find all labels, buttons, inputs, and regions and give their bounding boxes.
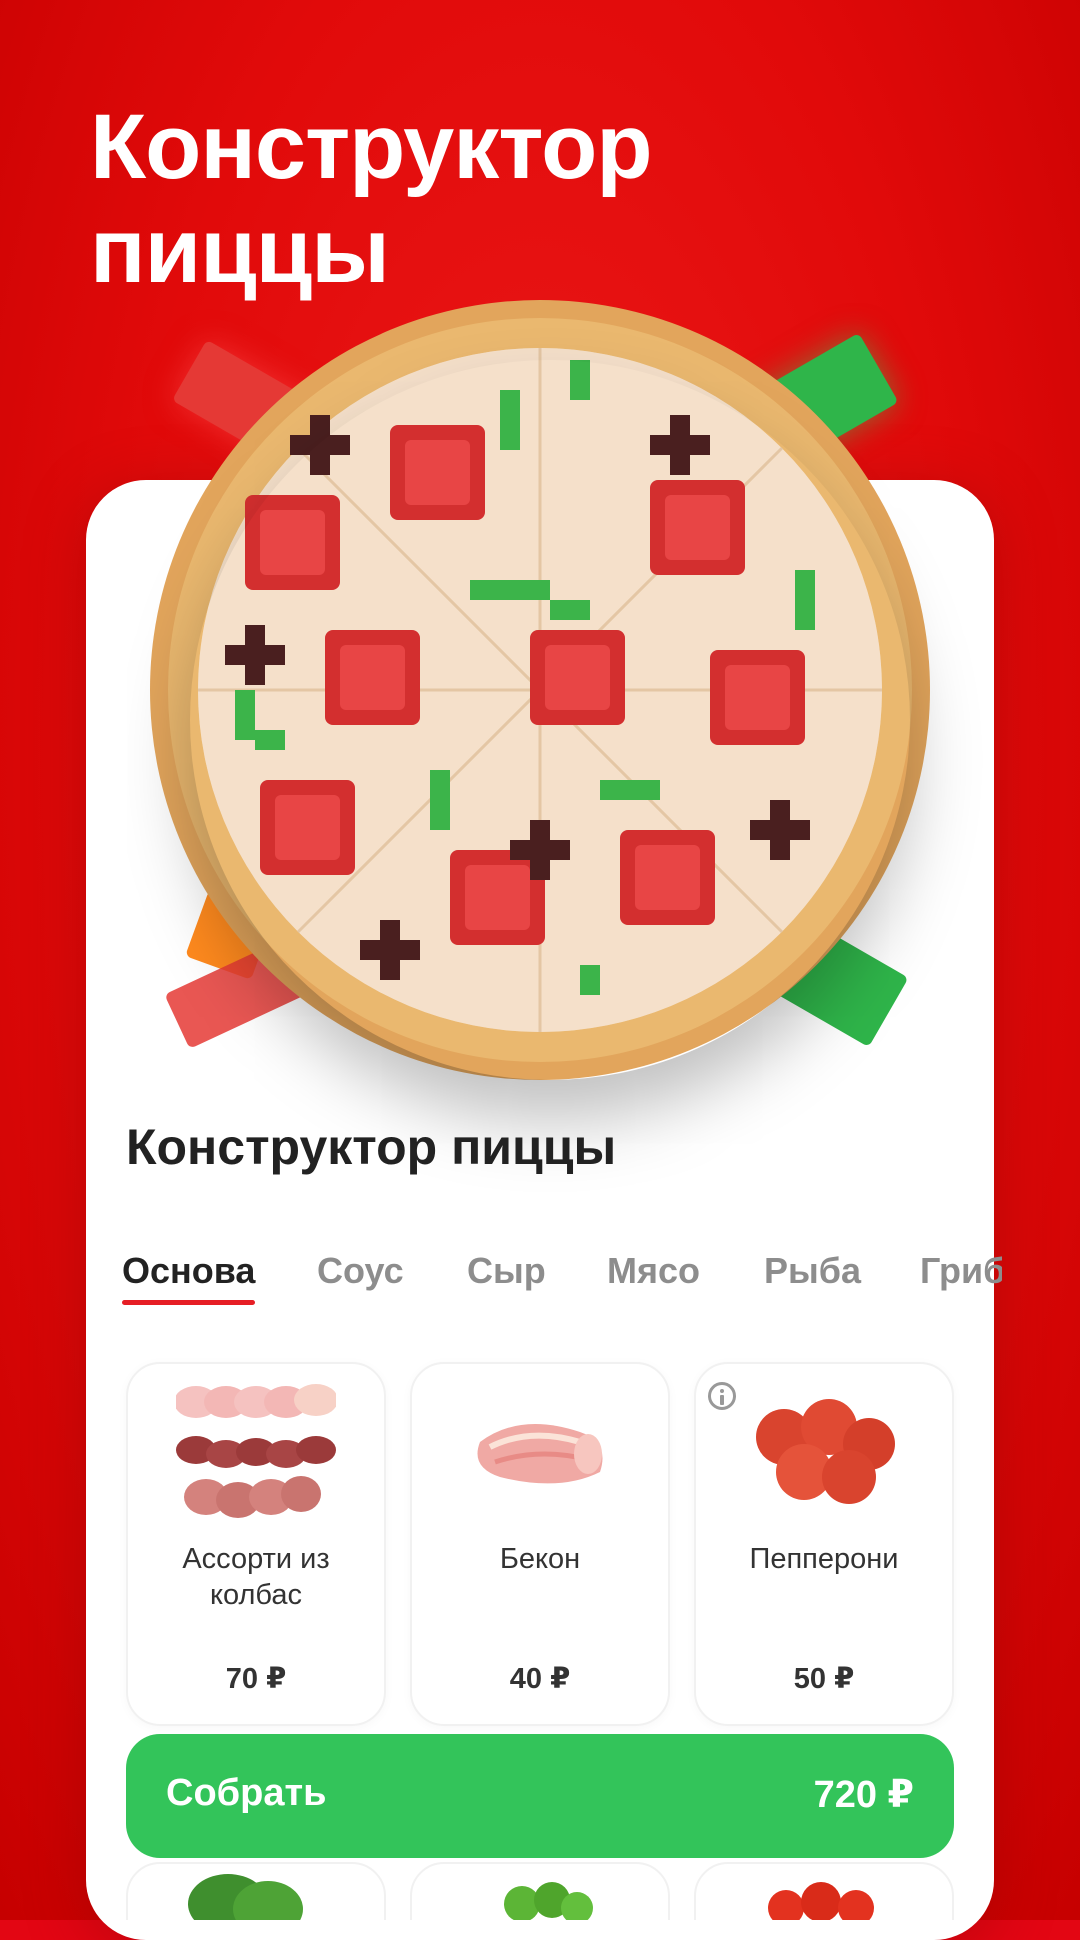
sausage-assortment-image [176,1384,336,1518]
ingredient-price: 70 ₽ [225,1663,287,1695]
ingredient-card-bacon[interactable]: Бекон 40 ₽ [410,1362,670,1726]
ingredient-card-jalapeno[interactable] [410,1862,670,1920]
tab-myaso[interactable]: Мясо [607,1250,700,1292]
ingredient-name: Бекон [499,1543,581,1575]
tab-sous[interactable]: Соус [317,1250,404,1292]
tomatoes-image [768,1882,874,1920]
pepperoni-image [756,1399,895,1504]
active-tab-underline [122,1300,255,1305]
bacon-image [477,1424,603,1484]
ingredient-name: Пепперони [749,1543,899,1575]
tab-griby[interactable]: Грибы [920,1250,1002,1292]
tab-label: Основа [122,1250,256,1291]
ingredient-card-greens[interactable] [126,1862,386,1920]
ingredient-price: 40 ₽ [509,1663,571,1695]
ingredient-price: 50 ₽ [793,1663,855,1695]
section-title: Конструктор пиццы [126,1119,617,1175]
category-tabs: Основа Соус Сыр Мясо Рыба Грибы [122,1250,1002,1320]
ingredient-list: Ассорти из колбас 70 ₽ Бекон 40 ₽ Пеппер… [126,1362,956,1726]
jalapeno-image [504,1882,593,1920]
ingredient-card-tomatoes[interactable] [694,1862,954,1920]
assemble-button[interactable]: Собрать 720 ₽ [126,1734,954,1858]
tab-syr[interactable]: Сыр [467,1250,546,1292]
info-icon[interactable] [708,1382,736,1410]
ingredient-card-sausage[interactable]: Ассорти из колбас 70 ₽ [126,1362,386,1726]
ingredient-name: Ассорти из колбас [182,1543,330,1611]
pizza-image [150,300,930,1080]
total-price: 720 ₽ [813,1774,914,1816]
tab-ryba[interactable]: Рыба [764,1250,861,1292]
hero-title: Конструктор пиццы [90,95,890,303]
assemble-button-label: Собрать [166,1772,327,1814]
greens-image [188,1874,303,1920]
ingredient-card-pepperoni[interactable]: Пепперони 50 ₽ [694,1362,954,1726]
hero-title-line-2: пиццы [90,200,390,302]
ingredient-list-next-row [126,1862,956,1920]
tab-osnova[interactable]: Основа [122,1250,256,1305]
hero-title-line-1: Конструктор [90,96,653,198]
